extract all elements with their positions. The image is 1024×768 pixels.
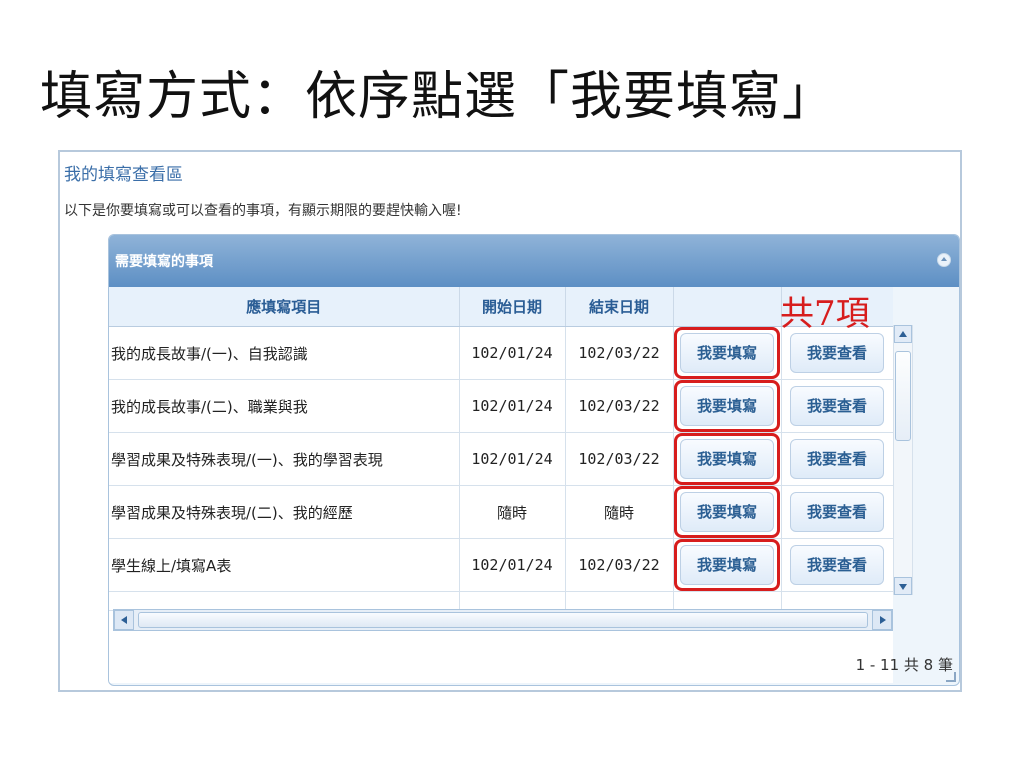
write-highlight: 我要填寫 <box>674 380 780 432</box>
horizontal-scroll-thumb[interactable] <box>138 612 868 628</box>
slide-title: 填寫方式：依序點選「我要填寫」 <box>40 67 836 127</box>
tasks-table: 應填寫項目 開始日期 結束日期 我的成長故事/(一)、自我認識 102/01/2… <box>109 287 893 611</box>
col-header-end: 結束日期 <box>565 287 674 327</box>
table-row: 學習成果及特殊表現/(一)、我的學習表現 102/01/24 102/03/22… <box>109 432 893 486</box>
write-button[interactable]: 我要填寫 <box>680 492 774 532</box>
item-cell <box>109 591 460 611</box>
write-button[interactable]: 我要填寫 <box>680 333 774 373</box>
start-date-cell <box>459 591 566 611</box>
item-cell: 學生線上/填寫A表 <box>109 538 460 592</box>
write-button[interactable]: 我要填寫 <box>680 386 774 426</box>
view-cell <box>781 591 893 611</box>
table-header-row: 應填寫項目 開始日期 結束日期 <box>109 287 893 327</box>
grid-header: 需要填寫的事項 <box>109 235 959 287</box>
write-highlight: 我要填寫 <box>674 539 780 591</box>
horizontal-scrollbar[interactable] <box>113 609 893 631</box>
item-cell: 我的成長故事/(一)、自我認識 <box>109 326 460 380</box>
scroll-up-icon[interactable] <box>894 325 912 343</box>
table-row: 我的成長故事/(一)、自我認識 102/01/24 102/03/22 我要填寫… <box>109 326 893 380</box>
col-header-write <box>673 287 782 327</box>
end-date-cell: 102/03/22 <box>565 379 674 433</box>
start-date-cell: 102/01/24 <box>459 432 566 486</box>
item-cell: 我的成長故事/(二)、職業與我 <box>109 379 460 433</box>
resize-corner-icon[interactable] <box>946 672 956 682</box>
table-row-partial <box>109 591 893 611</box>
write-highlight: 我要填寫 <box>674 433 780 485</box>
write-cell: 我要填寫 <box>673 485 782 539</box>
panel-heading: 我的填寫查看區 <box>64 165 183 185</box>
end-date-cell: 102/03/22 <box>565 432 674 486</box>
write-cell: 我要填寫 <box>673 432 782 486</box>
end-date-cell: 隨時 <box>565 485 674 539</box>
end-date-cell: 102/03/22 <box>565 326 674 380</box>
scroll-left-icon[interactable] <box>114 610 134 630</box>
write-cell: 我要填寫 <box>673 326 782 380</box>
start-date-cell: 102/01/24 <box>459 379 566 433</box>
fill-view-panel: 我的填寫查看區 以下是你要填寫或可以查看的事項，有顯示期限的要趕快輸入喔! 需要… <box>58 150 962 692</box>
vertical-scroll-thumb[interactable] <box>895 351 911 441</box>
end-date-cell <box>565 591 674 611</box>
write-button[interactable]: 我要填寫 <box>680 545 774 585</box>
view-cell: 我要查看 <box>781 379 893 433</box>
grid-title: 需要填寫的事項 <box>115 254 213 270</box>
col-header-start: 開始日期 <box>459 287 566 327</box>
view-button[interactable]: 我要查看 <box>790 545 884 585</box>
table-row: 我的成長故事/(二)、職業與我 102/01/24 102/03/22 我要填寫… <box>109 379 893 433</box>
view-button[interactable]: 我要查看 <box>790 439 884 479</box>
start-date-cell: 102/01/24 <box>459 326 566 380</box>
count-annotation: 共7項 <box>780 294 870 334</box>
vertical-scrollbar[interactable] <box>893 325 913 595</box>
collapse-icon[interactable] <box>937 253 951 267</box>
panel-description: 以下是你要填寫或可以查看的事項，有顯示期限的要趕快輸入喔! <box>64 203 462 219</box>
scroll-right-icon[interactable] <box>872 610 892 630</box>
write-cell: 我要填寫 <box>673 538 782 592</box>
item-cell: 學習成果及特殊表現/(一)、我的學習表現 <box>109 432 460 486</box>
write-button[interactable]: 我要填寫 <box>680 439 774 479</box>
write-highlight: 我要填寫 <box>674 486 780 538</box>
scroll-down-icon[interactable] <box>894 577 912 595</box>
write-cell: 我要填寫 <box>673 379 782 433</box>
start-date-cell: 隨時 <box>459 485 566 539</box>
col-header-item: 應填寫項目 <box>109 287 460 327</box>
pager-text: 1 - 11 共 8 筆 <box>855 656 953 674</box>
write-cell <box>673 591 782 611</box>
write-highlight: 我要填寫 <box>674 327 780 379</box>
view-cell: 我要查看 <box>781 538 893 592</box>
view-cell: 我要查看 <box>781 432 893 486</box>
view-button[interactable]: 我要查看 <box>790 386 884 426</box>
view-button[interactable]: 我要查看 <box>790 492 884 532</box>
item-cell: 學習成果及特殊表現/(二)、我的經歷 <box>109 485 460 539</box>
start-date-cell: 102/01/24 <box>459 538 566 592</box>
view-button[interactable]: 我要查看 <box>790 333 884 373</box>
end-date-cell: 102/03/22 <box>565 538 674 592</box>
view-cell: 我要查看 <box>781 485 893 539</box>
table-row: 學生線上/填寫A表 102/01/24 102/03/22 我要填寫 我要查看 <box>109 538 893 592</box>
table-row: 學習成果及特殊表現/(二)、我的經歷 隨時 隨時 我要填寫 我要查看 <box>109 485 893 539</box>
